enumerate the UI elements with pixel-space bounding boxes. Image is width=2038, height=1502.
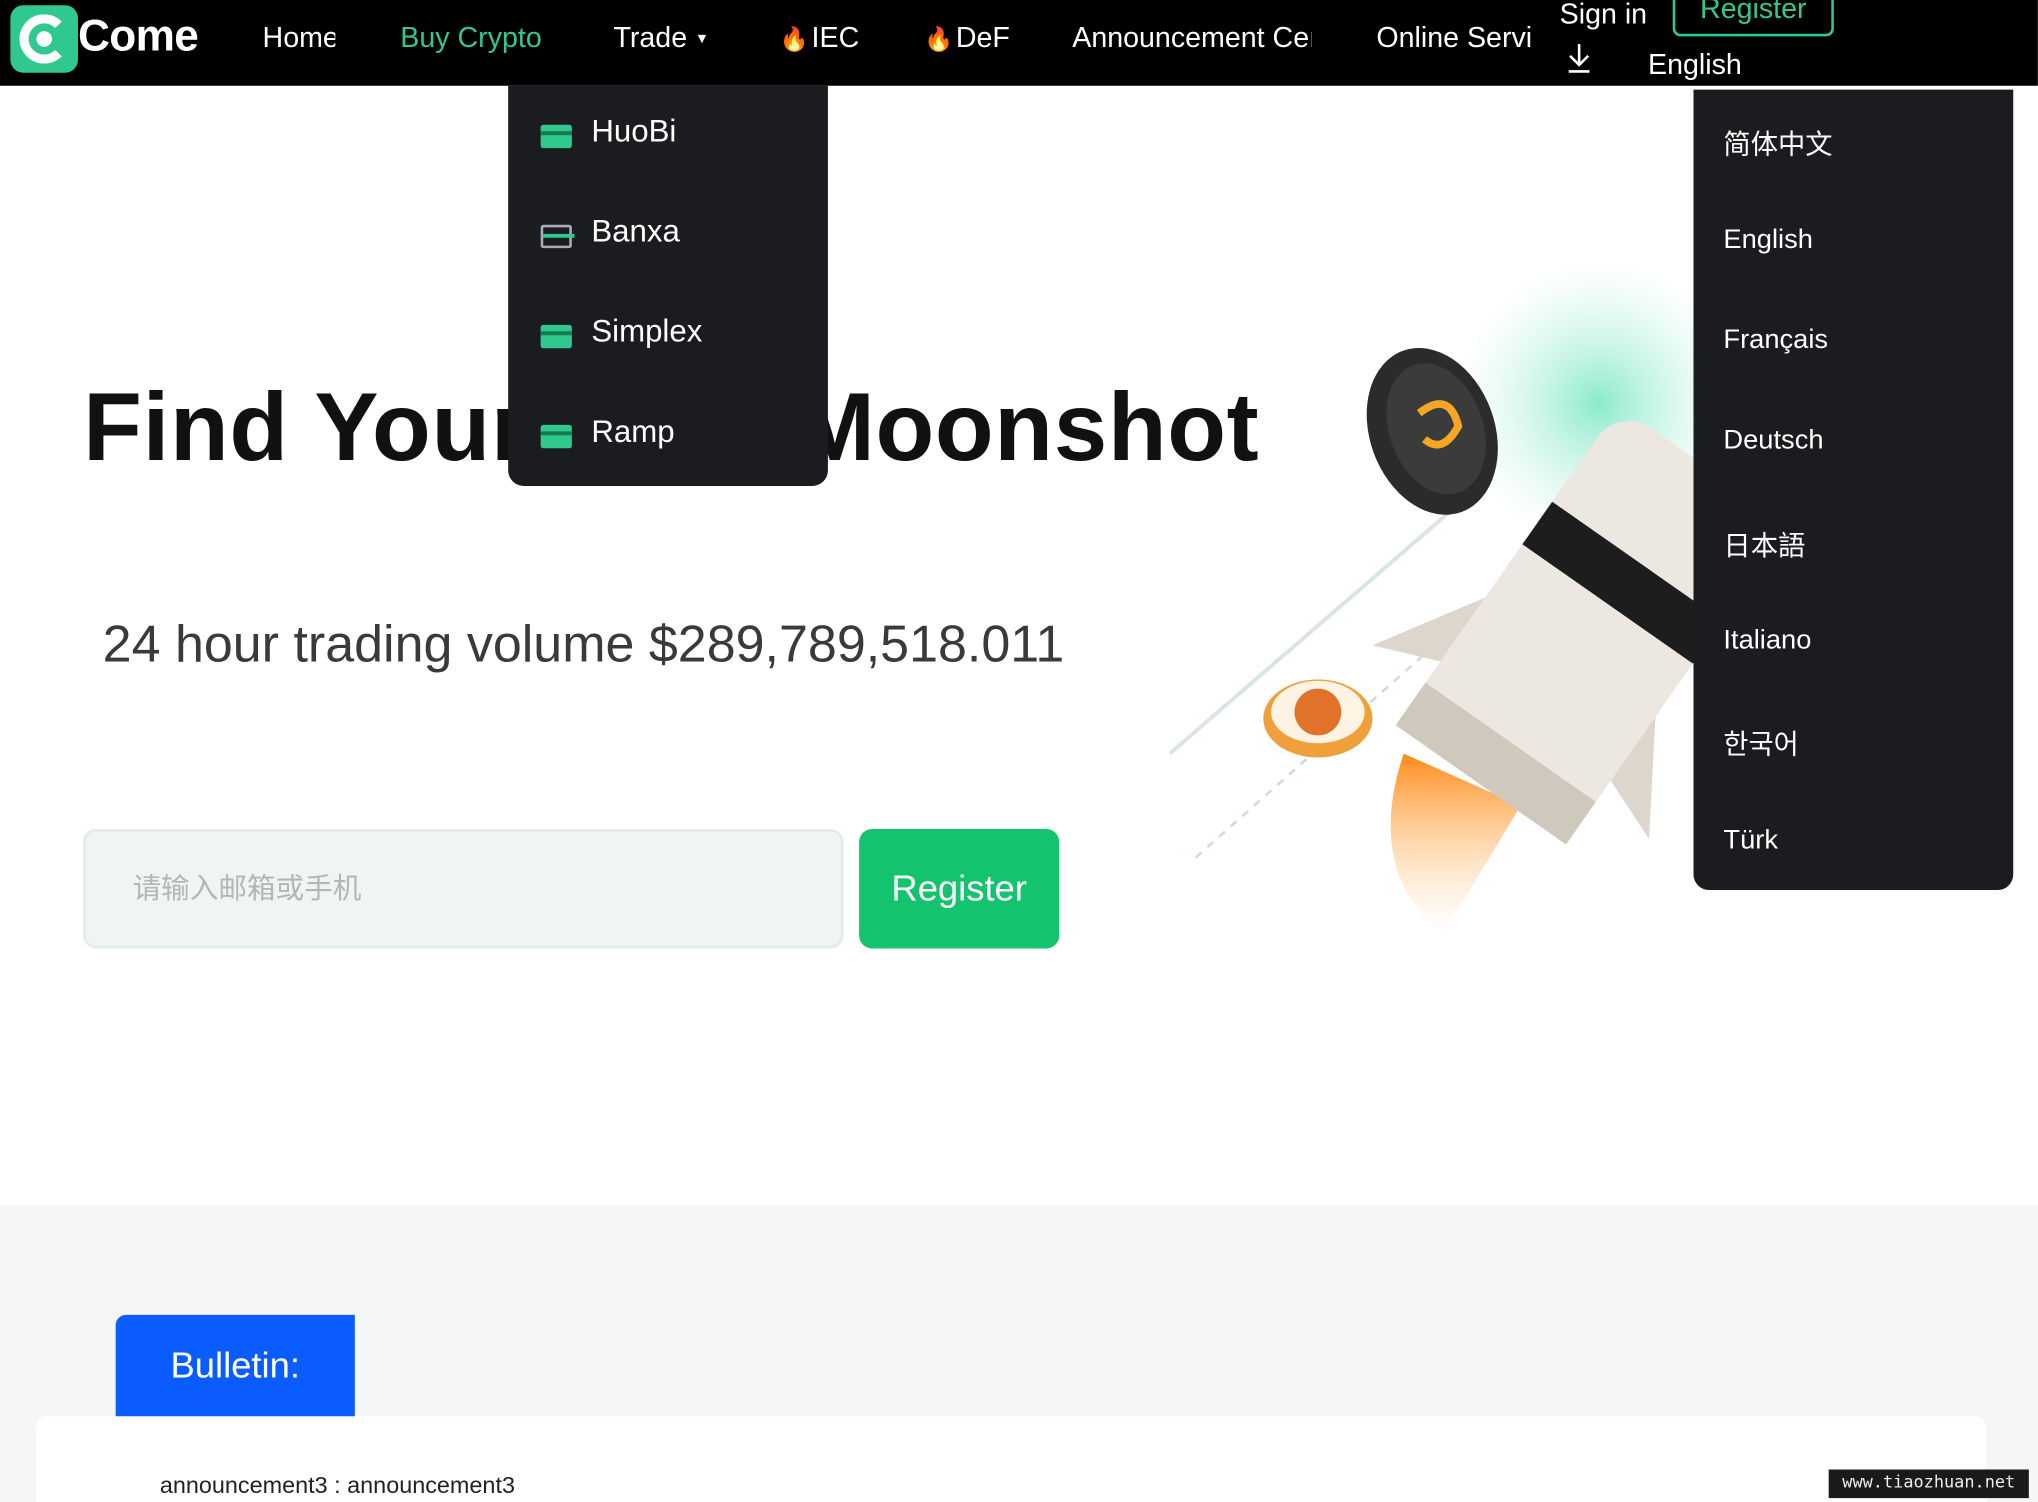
nav-trade[interactable]: Trade ▼ bbox=[613, 21, 709, 56]
volume-label: 24 hour trading volume bbox=[102, 615, 635, 674]
nav-announcement[interactable]: Announcement Cer bbox=[1072, 21, 1311, 55]
caret-down-icon: ▼ bbox=[694, 31, 710, 48]
sign-in-link[interactable]: Sign in bbox=[1560, 0, 1647, 31]
bulletin-tab[interactable]: Bulletin: bbox=[115, 1314, 355, 1417]
language-selector[interactable]: English bbox=[1648, 48, 1742, 82]
language-option-en[interactable]: English bbox=[1723, 225, 1813, 256]
hero-register-button[interactable]: Register bbox=[859, 828, 1060, 949]
top-navbar: Come Home Buy Crypto Trade ▼ 🔥 IEC 🔥 DeF An… bbox=[0, 0, 2038, 86]
buy-crypto-dropdown: HuoBi Banxa Simplex Ramp bbox=[508, 85, 828, 486]
trading-volume: 24 hour trading volume $289,789,518.011 bbox=[103, 616, 1065, 674]
buy-menu-item-label: Banxa bbox=[591, 214, 680, 250]
language-option-ko[interactable]: 한국어 bbox=[1723, 724, 1798, 763]
buy-menu-item-huobi[interactable]: HuoBi bbox=[508, 96, 828, 174]
nav-iec-label: IEC bbox=[811, 20, 860, 54]
buy-menu-item-label: Ramp bbox=[591, 414, 675, 450]
card-icon bbox=[540, 324, 572, 349]
watermark: www.tiaozhuan.net bbox=[1828, 1469, 2029, 1499]
nav-def-label: DeF bbox=[955, 20, 1010, 54]
email-or-phone-input[interactable] bbox=[83, 828, 844, 949]
rocket-illustration bbox=[1169, 259, 1716, 936]
bulletin-announcement[interactable]: announcement3 : announcement3 bbox=[160, 1472, 515, 1499]
nav-trade-label: Trade bbox=[613, 20, 688, 54]
language-option-zh[interactable]: 简体中文 bbox=[1723, 123, 1832, 162]
card-icon bbox=[540, 124, 572, 149]
fire-icon: 🔥 bbox=[779, 25, 809, 52]
logo-text[interactable]: Come bbox=[78, 12, 199, 63]
volume-value: $289,789,518.011 bbox=[648, 615, 1065, 674]
nav-home[interactable]: Home bbox=[263, 21, 336, 55]
nav-def[interactable]: 🔥 DeF bbox=[924, 21, 1010, 56]
register-top-button[interactable]: Register bbox=[1672, 0, 1834, 37]
fire-icon: 🔥 bbox=[924, 25, 954, 52]
nav-online-service[interactable]: Online Servi bbox=[1376, 21, 1536, 55]
language-option-ja[interactable]: 日本語 bbox=[1723, 525, 1805, 564]
logo-icon[interactable] bbox=[10, 5, 78, 73]
language-option-de[interactable]: Deutsch bbox=[1723, 425, 1823, 456]
buy-menu-item-label: Simplex bbox=[591, 314, 703, 350]
cards-icon bbox=[540, 224, 575, 249]
buy-menu-item-label: HuoBi bbox=[591, 114, 677, 150]
card-icon bbox=[540, 424, 572, 449]
download-icon[interactable] bbox=[1566, 42, 1592, 76]
language-dropdown: 简体中文 English Français Deutsch 日本語 Italia… bbox=[1693, 89, 2014, 891]
nav-buy-crypto[interactable]: Buy Crypto bbox=[400, 21, 541, 55]
language-option-tr[interactable]: Türk bbox=[1723, 825, 1778, 856]
buy-menu-item-banxa[interactable]: Banxa bbox=[508, 196, 828, 274]
buy-menu-item-simplex[interactable]: Simplex bbox=[508, 296, 828, 374]
language-option-fr[interactable]: Français bbox=[1723, 325, 1828, 356]
nav-iec[interactable]: 🔥 IEC bbox=[780, 21, 859, 56]
buy-menu-item-ramp[interactable]: Ramp bbox=[508, 396, 828, 474]
language-option-it[interactable]: Italiano bbox=[1723, 625, 1811, 656]
